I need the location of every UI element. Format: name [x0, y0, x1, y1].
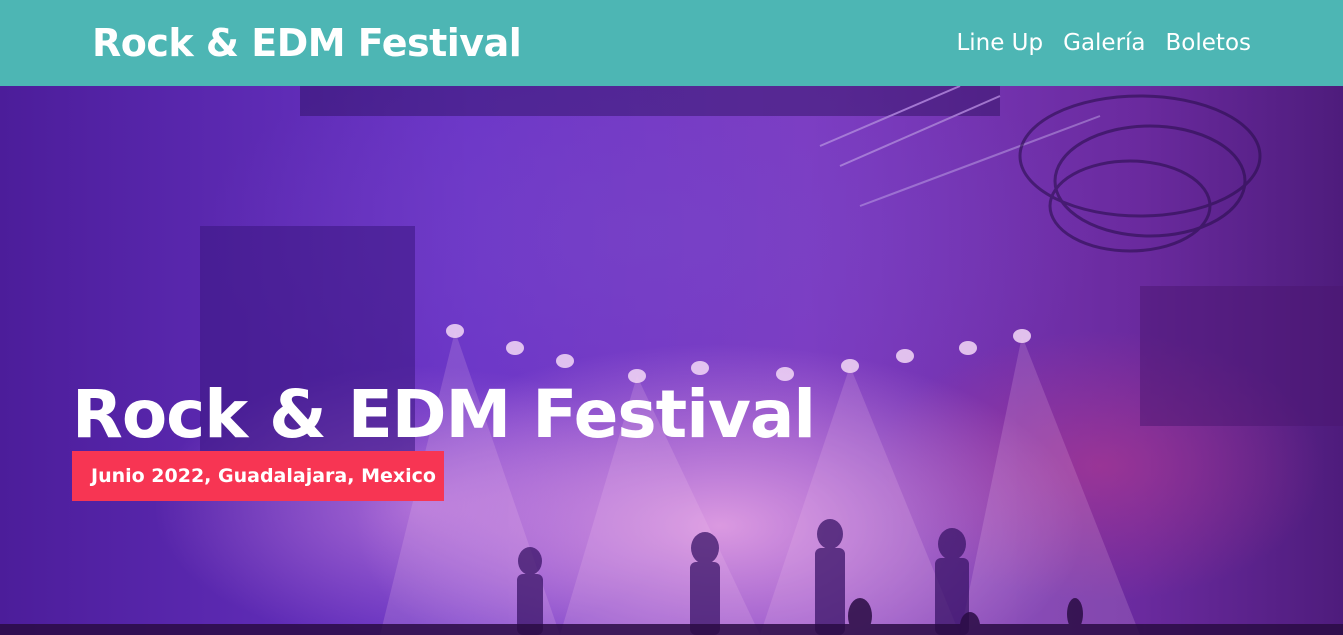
- lighting-truss: [300, 86, 1101, 207]
- hero-title: Rock & EDM Festival: [72, 376, 816, 453]
- concert-stage-image: [0, 86, 1343, 635]
- event-date-location-badge: Junio 2022, Guadalajara, Mexico: [72, 451, 444, 501]
- stage-lights: [446, 324, 1031, 383]
- stage-cables: [1018, 94, 1262, 253]
- site-header: Rock & EDM Festival Line Up Galería Bole…: [0, 0, 1343, 86]
- nav-link-galeria[interactable]: Galería: [1063, 30, 1145, 56]
- nav-link-boletos[interactable]: Boletos: [1166, 30, 1251, 56]
- speaker-right: [1140, 286, 1343, 426]
- nav-link-line-up[interactable]: Line Up: [956, 30, 1043, 56]
- brand-logo-link[interactable]: Rock & EDM Festival: [92, 21, 522, 65]
- hero-section: Rock & EDM Festival Junio 2022, Guadalaj…: [0, 86, 1343, 635]
- main-nav: Line Up Galería Boletos: [956, 30, 1251, 56]
